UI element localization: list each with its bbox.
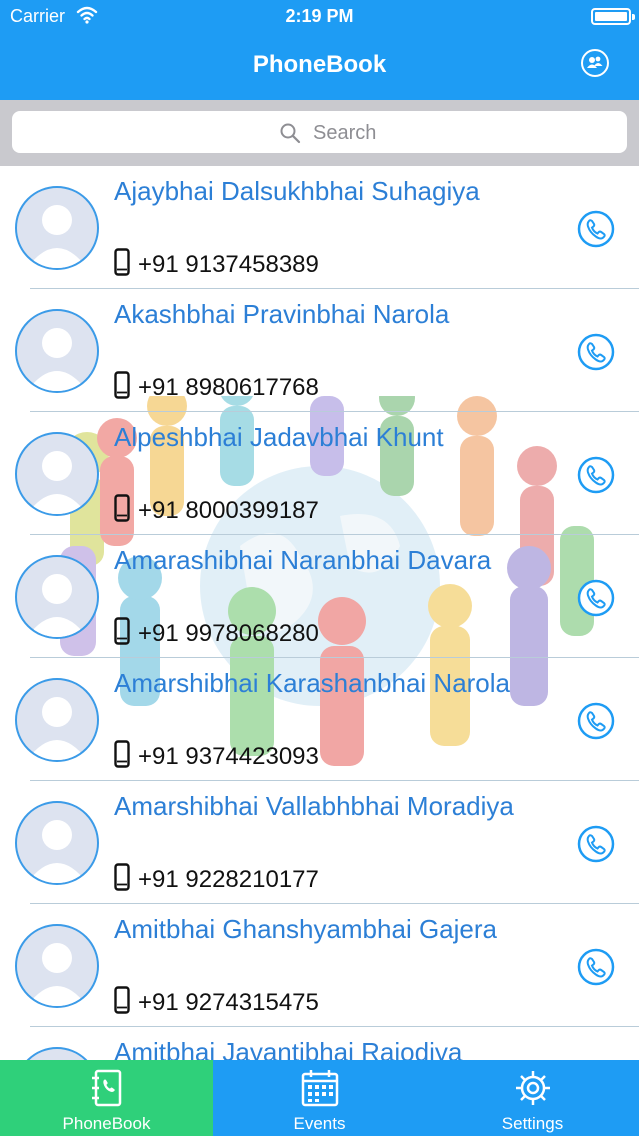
mobile-phone-icon [114,617,130,645]
call-button[interactable] [577,579,615,617]
contact-row[interactable]: Akashbhai Pravinbhai Narola +91 89806177… [0,289,639,412]
phonebook-icon [91,1069,121,1107]
call-button[interactable] [577,333,615,371]
gear-icon [515,1071,550,1105]
tab-label: PhoneBook [62,1114,151,1133]
contact-name: Amarshibhai Karashanbhai Narola [114,668,511,698]
call-button[interactable] [577,825,615,863]
contact-name: Amitbhai Jayantibhai Rajodiya [114,1037,463,1060]
contact-phone: +91 8980617768 [138,374,319,401]
tab-bar: PhoneBook Events Settings [0,1060,639,1136]
contact-phone: +91 8000399187 [138,497,319,524]
contact-row[interactable]: Alpeshbhai Jadavbhai Khunt +91 800039918… [0,412,639,535]
contact-row[interactable]: Amitbhai Ghanshyambhai Gajera +91 927431… [0,904,639,1027]
contact-name: Alpeshbhai Jadavbhai Khunt [114,422,444,452]
contact-row[interactable]: Amitbhai Jayantibhai Rajodiya [0,1027,639,1060]
avatar [15,555,99,639]
avatar [15,801,99,885]
mobile-phone-icon [114,863,130,891]
call-button[interactable] [577,948,615,986]
search-placeholder: Search [313,122,377,144]
contact-phone: +91 9137458389 [138,251,319,278]
contact-phone: +91 9374423093 [138,743,319,770]
avatar [15,186,99,270]
contact-row[interactable]: Ajaybhai Dalsukhbhai Suhagiya +91 913745… [0,166,639,289]
battery-icon [591,8,635,25]
call-button[interactable] [577,456,615,494]
contact-name: Ajaybhai Dalsukhbhai Suhagiya [114,176,480,206]
mobile-phone-icon [114,740,130,768]
search-input[interactable]: Search [12,111,627,153]
contact-name: Amarashibhai Naranbhai Davara [114,545,492,575]
status-bar: Carrier 2:19 PM [0,0,639,34]
avatar [15,432,99,516]
status-time: 2:19 PM [285,6,354,26]
avatar [15,924,99,1008]
contact-name: Amitbhai Ghanshyambhai Gajera [114,914,497,944]
contact-row[interactable]: Amarshibhai Karashanbhai Narola +91 9374… [0,658,639,781]
call-button[interactable] [577,210,615,248]
tab-settings[interactable]: Settings [426,1060,639,1136]
contact-phone: +91 9228210177 [138,866,319,893]
contact-list[interactable]: Ajaybhai Dalsukhbhai Suhagiya +91 913745… [0,166,639,1060]
page-title: PhoneBook [252,51,387,78]
contact-phone: +91 9274315475 [138,989,319,1016]
contact-phone: +91 9978068280 [138,620,319,647]
mobile-phone-icon [114,248,130,276]
mobile-phone-icon [114,494,130,522]
tab-label: Events [293,1114,346,1133]
contact-row[interactable]: Amarshibhai Vallabhbhai Moradiya +91 922… [0,781,639,904]
avatar [15,678,99,762]
tab-events[interactable]: Events [213,1060,426,1136]
tab-label: Settings [501,1114,564,1133]
tab-phonebook[interactable]: PhoneBook [0,1060,213,1136]
calendar-icon [301,1070,338,1107]
search-bar-container: Search [0,100,639,166]
search-icon [280,123,301,144]
mobile-phone-icon [114,371,130,399]
contact-name: Amarshibhai Vallabhbhai Moradiya [114,791,514,821]
contact-name: Akashbhai Pravinbhai Narola [114,299,450,329]
mobile-phone-icon [114,986,130,1014]
nav-header: Carrier 2:19 PM PhoneBook [0,0,639,100]
call-button[interactable] [577,702,615,740]
avatar [15,309,99,393]
avatar [15,1047,99,1060]
contact-row[interactable]: Amarashibhai Naranbhai Davara +91 997806… [0,535,639,658]
group-icon[interactable] [581,49,609,77]
